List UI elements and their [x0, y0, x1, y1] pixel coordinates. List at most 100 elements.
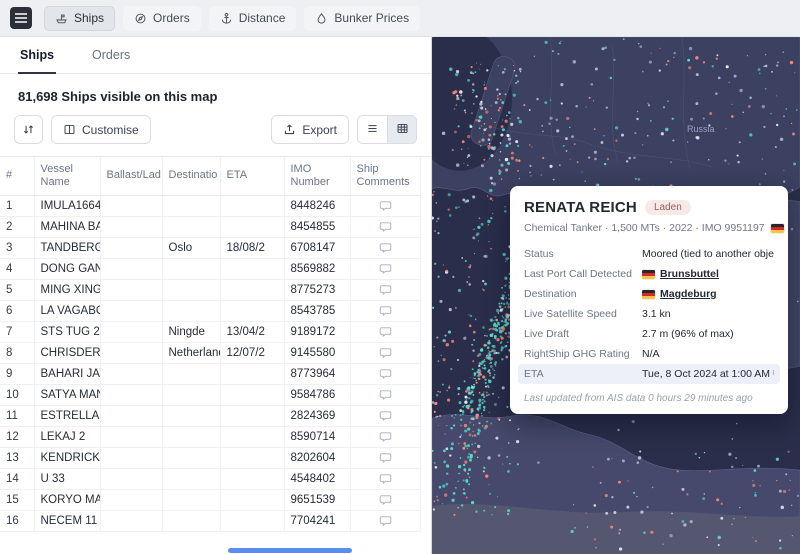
popup-row-value: 3.1 kn	[642, 308, 671, 320]
vessel-name: CHRISDERI	[34, 342, 100, 363]
ballast-laden	[100, 405, 162, 426]
table-row[interactable]: 6LA VAGABO8543785	[0, 300, 420, 321]
nav-distance-button[interactable]: Distance	[209, 6, 297, 31]
row-number: 1	[0, 195, 34, 216]
col-header-ship-comments[interactable]: Ship Comments	[350, 157, 420, 195]
popup-row-label: RightShip GHG Rating	[524, 348, 642, 360]
menu-button[interactable]	[10, 7, 32, 29]
col-header-ballast-laden[interactable]: Ballast/Lad	[100, 157, 162, 195]
imo-number: 8543785	[284, 300, 350, 321]
table-row[interactable]: 2MAHINA BA8454855	[0, 216, 420, 237]
ballast-laden	[100, 489, 162, 510]
col-header-destination[interactable]: Destinatio	[162, 157, 220, 195]
ballast-laden	[100, 237, 162, 258]
ship-comments-cell	[350, 321, 420, 342]
main-content: Ships Orders 81,698 Ships visible on thi…	[0, 37, 800, 554]
destination	[162, 468, 220, 489]
imo-number: 9145580	[284, 342, 350, 363]
popup-row-label: Last Port Call Detected	[524, 268, 642, 280]
ship-comments-cell	[350, 426, 420, 447]
table-row[interactable]: 13KENDRICK8202604	[0, 447, 420, 468]
ballast-laden	[100, 279, 162, 300]
table-row[interactable]: 16NECEM 117704241	[0, 510, 420, 531]
table-row[interactable]: 12LEKAJ 28590714	[0, 426, 420, 447]
table-row[interactable]: 4DONG GAN8569882	[0, 258, 420, 279]
comment-icon[interactable]	[379, 262, 392, 275]
destination	[162, 279, 220, 300]
comment-icon[interactable]	[379, 367, 392, 380]
destination	[162, 363, 220, 384]
popup-row-value-link[interactable]: Brunsbuttel	[642, 268, 719, 280]
imo-number: 8448246	[284, 195, 350, 216]
table-row[interactable]: 3TANDBERGOslo18/08/26708147	[0, 237, 420, 258]
export-button[interactable]: Export	[271, 115, 349, 144]
table-view-button[interactable]	[387, 116, 416, 143]
comment-icon[interactable]	[379, 220, 392, 233]
tab-ships[interactable]: Ships	[18, 37, 56, 74]
tab-orders[interactable]: Orders	[90, 37, 132, 74]
nav-bunker-prices-label: Bunker Prices	[334, 11, 409, 25]
sort-button[interactable]	[14, 115, 43, 144]
row-number: 14	[0, 468, 34, 489]
row-number: 13	[0, 447, 34, 468]
vessel-name: TANDBERG	[34, 237, 100, 258]
comment-icon[interactable]	[379, 325, 392, 338]
table-row[interactable]: 9BAHARI JAY8773964	[0, 363, 420, 384]
comment-icon[interactable]	[379, 388, 392, 401]
destination	[162, 258, 220, 279]
list-view-button[interactable]	[358, 116, 387, 143]
eta: 13/04/2	[220, 321, 284, 342]
comment-icon[interactable]	[379, 451, 392, 464]
table-row[interactable]: 14U 334548402	[0, 468, 420, 489]
table-row[interactable]: 1IMULA1664 8448246	[0, 195, 420, 216]
comment-icon[interactable]	[379, 241, 392, 254]
table-row[interactable]: 7STS TUG 25Ningde13/04/29189172	[0, 321, 420, 342]
comment-icon[interactable]	[379, 304, 392, 317]
ballast-laden	[100, 363, 162, 384]
col-header-imo-number[interactable]: IMO Number	[284, 157, 350, 195]
comment-icon[interactable]	[379, 199, 392, 212]
popup-row-value-link[interactable]: Magdeburg	[642, 288, 717, 300]
ballast-laden	[100, 195, 162, 216]
vessel-name: BAHARI JAY	[34, 363, 100, 384]
eta: 12/07/2	[220, 342, 284, 363]
comment-icon[interactable]	[379, 472, 392, 485]
imo-number: 8590714	[284, 426, 350, 447]
row-number: 6	[0, 300, 34, 321]
vessel-name: IMULA1664	[34, 195, 100, 216]
comment-icon[interactable]	[379, 514, 392, 527]
popup-row-label: Destination	[524, 288, 642, 300]
popup-row-value: Moored (tied to another object	[642, 248, 774, 260]
destination: Netherland	[162, 342, 220, 363]
table-row[interactable]: 11ESTRELLA2824369	[0, 405, 420, 426]
comment-icon[interactable]	[379, 493, 392, 506]
comment-icon[interactable]	[379, 283, 392, 296]
comment-icon[interactable]	[379, 430, 392, 443]
table-row[interactable]: 5MING XING8775273	[0, 279, 420, 300]
nav-ships-button[interactable]: Ships	[44, 6, 115, 31]
imo-number: 8454855	[284, 216, 350, 237]
nav-bunker-prices-button[interactable]: Bunker Prices	[304, 6, 420, 31]
map[interactable]: RussiaBelarus RENATA REICH Laden Chemica…	[432, 37, 800, 554]
horizontal-scrollbar-thumb[interactable]	[228, 548, 352, 553]
table-row[interactable]: 10SATYA MAN9584786	[0, 384, 420, 405]
col-header-vessel-name[interactable]: Vessel Name	[34, 157, 100, 195]
ballast-laden	[100, 216, 162, 237]
nav-orders-button[interactable]: Orders	[123, 6, 201, 31]
ship-comments-cell	[350, 300, 420, 321]
comment-icon[interactable]	[379, 346, 392, 359]
ship-comments-cell	[350, 405, 420, 426]
destination	[162, 195, 220, 216]
vessel-name-title[interactable]: RENATA REICH	[524, 199, 637, 216]
table-row[interactable]: 8CHRISDERINetherland12/07/29145580	[0, 342, 420, 363]
table-row[interactable]: 15KORYO MA9651539	[0, 489, 420, 510]
comment-icon[interactable]	[379, 409, 392, 422]
customise-button[interactable]: Customise	[51, 115, 151, 144]
ballast-laden	[100, 510, 162, 531]
ship-icon	[55, 12, 68, 25]
ballast-laden	[100, 300, 162, 321]
row-number: 11	[0, 405, 34, 426]
col-header-eta[interactable]: ETA	[220, 157, 284, 195]
col-header-index[interactable]: #	[0, 157, 34, 195]
popup-row-label: Status	[524, 248, 642, 260]
